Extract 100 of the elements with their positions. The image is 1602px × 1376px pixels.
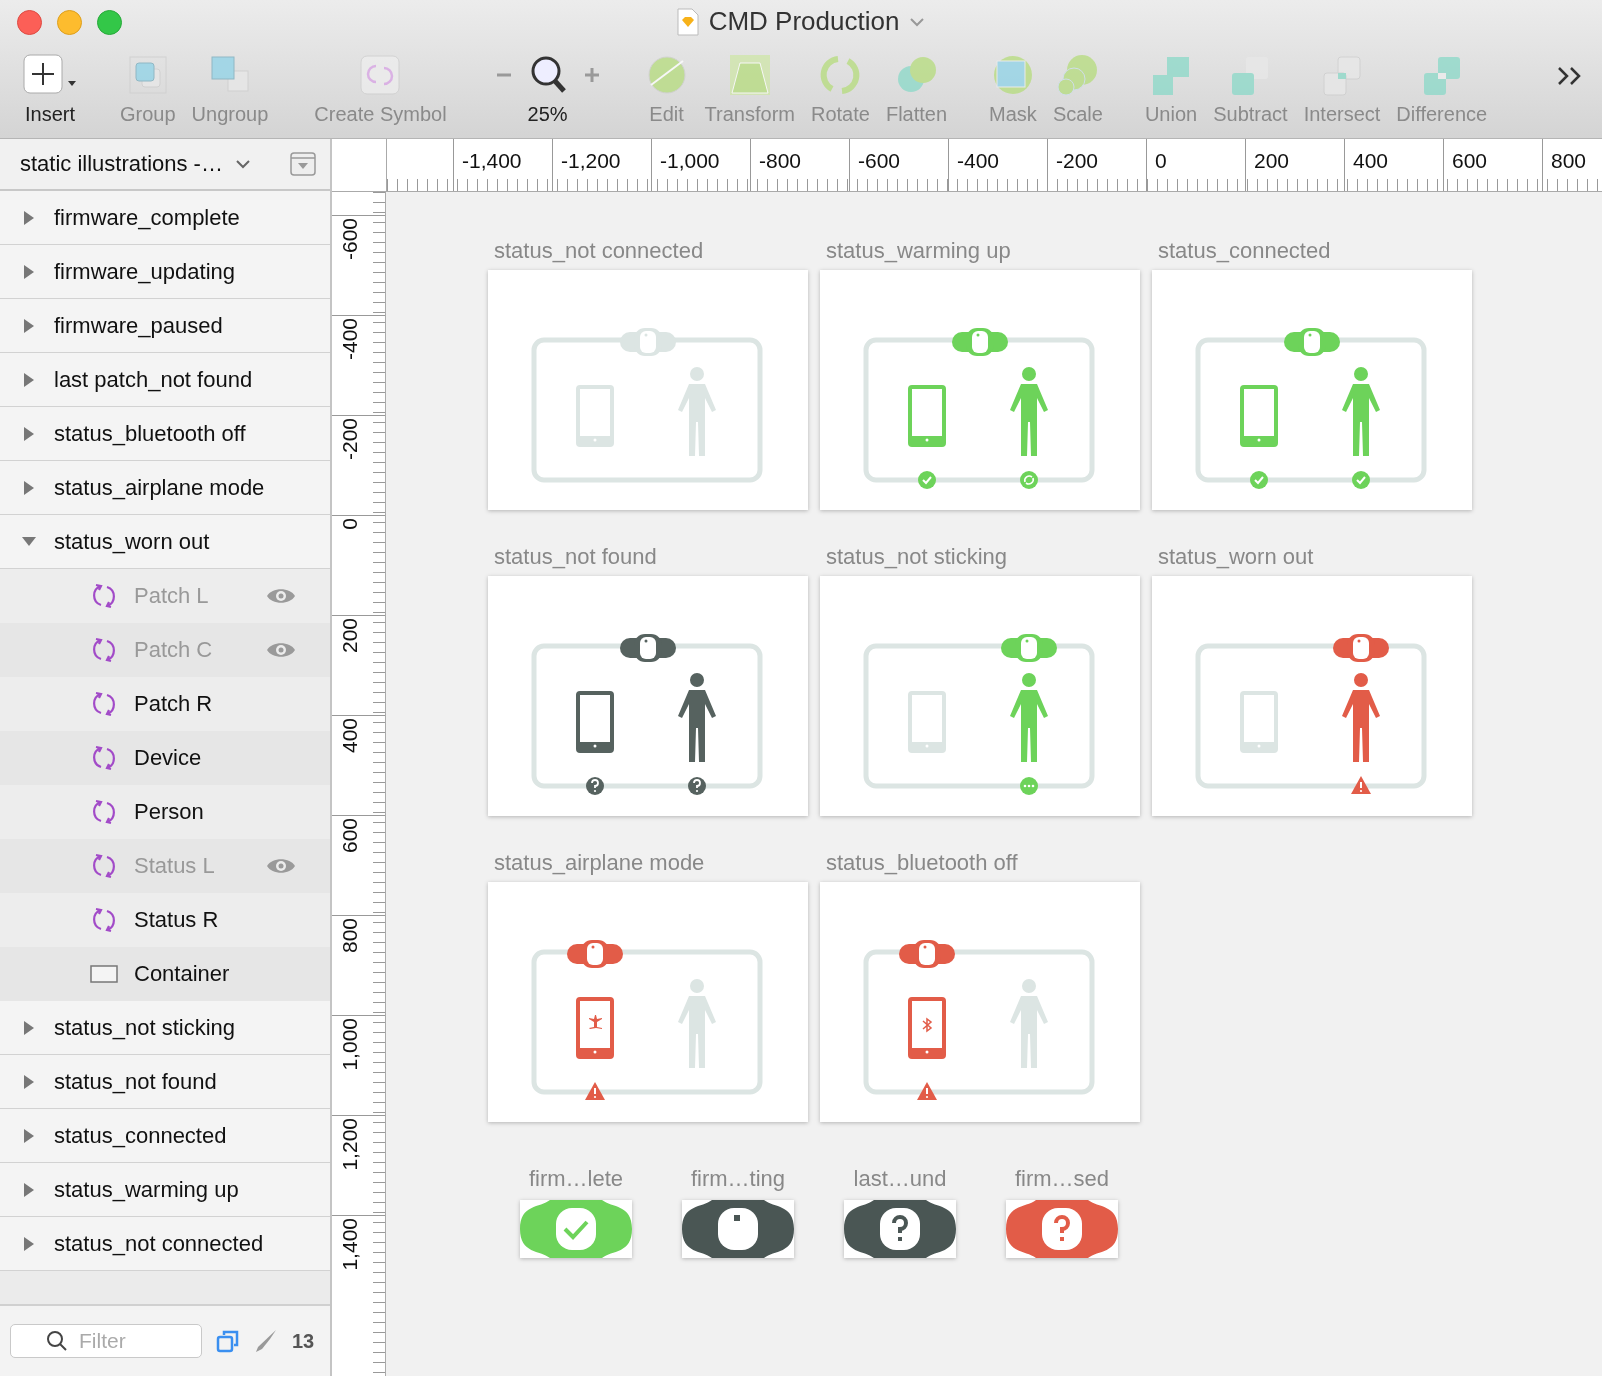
collapsed-triangle-icon[interactable] [22, 210, 36, 225]
symbol-icon [90, 852, 118, 880]
ruler-label: -400 [338, 318, 362, 361]
ruler-label: -800 [758, 148, 802, 173]
collapsed-triangle-icon[interactable] [22, 1236, 36, 1251]
eye-icon[interactable] [266, 640, 296, 660]
collapsed-triangle-icon[interactable] [22, 1020, 36, 1035]
layer-row[interactable]: firmware_paused [0, 299, 330, 353]
artboard-title[interactable]: status_warming up [820, 238, 1140, 264]
layer-name: status_connected [54, 1122, 227, 1149]
ruler-label: -200 [338, 418, 362, 461]
artboard-title[interactable]: status_not found [488, 544, 808, 570]
ruler-label: -600 [338, 218, 362, 261]
eye-icon[interactable] [266, 586, 296, 606]
insert-tool-button[interactable]: Insert [14, 53, 86, 138]
layer-row[interactable]: Container [0, 947, 330, 1001]
layer-row[interactable]: status_worn out [0, 515, 330, 569]
layer-row[interactable]: status_not found [0, 1055, 330, 1109]
collapsed-triangle-icon[interactable] [22, 372, 36, 387]
ruler-label: -200 [1055, 148, 1099, 173]
artboard-title[interactable]: status_bluetooth off [820, 850, 1140, 876]
symbol-title[interactable]: firm…sed [1014, 1166, 1110, 1192]
window-title: CMD Production [708, 6, 900, 37]
collapsed-triangle-icon[interactable] [22, 264, 36, 279]
layer-row[interactable]: Patch C [0, 623, 330, 677]
artboard-title[interactable]: status_not sticking [820, 544, 1140, 570]
scale-icon [1055, 53, 1100, 97]
knife-icon[interactable] [254, 1329, 278, 1353]
layer-name: status_not connected [54, 1230, 264, 1257]
ruler-label: 600 [338, 818, 362, 854]
layer-row[interactable]: Device [0, 731, 330, 785]
layer-name: firmware_updating [54, 258, 235, 285]
artboard[interactable] [820, 882, 1140, 1122]
chevron-down-icon[interactable] [909, 16, 926, 27]
ruler-label: 200 [338, 618, 362, 654]
collapsed-triangle-icon[interactable] [22, 1128, 36, 1143]
collapsed-triangle-icon[interactable] [22, 318, 36, 333]
symbol-icon [90, 690, 118, 718]
transform-icon [727, 53, 772, 97]
ruler-label: -1,400 [461, 148, 522, 173]
symbol-icon [90, 906, 118, 934]
layer-name: Patch L [134, 583, 209, 609]
ruler-label: 200 [1253, 148, 1290, 173]
symbol-icon [90, 798, 118, 826]
document-icon [676, 7, 699, 36]
layer-name: status_warming up [54, 1176, 239, 1203]
collapsed-triangle-icon[interactable] [22, 480, 36, 495]
layer-row[interactable]: status_connected [0, 1109, 330, 1163]
ruler-label: 0 [1154, 148, 1167, 173]
symbol-icon [358, 53, 403, 97]
dropdown-icon[interactable] [290, 152, 316, 176]
layer-name: Person [134, 799, 204, 825]
layer-name: Status L [134, 853, 215, 879]
intersect-icon [1320, 53, 1364, 97]
window-control[interactable] [17, 9, 42, 35]
layer-name: last patch_not found [54, 366, 253, 393]
layer-row[interactable]: last patch_not found [0, 353, 330, 407]
layer-name: Device [134, 745, 202, 771]
bluetooth-icon [922, 1017, 933, 1033]
zoom-tool-button[interactable]: 25% [484, 53, 611, 138]
copy-icon[interactable] [216, 1329, 240, 1353]
layer-row[interactable]: status_warming up [0, 1163, 330, 1217]
artboard[interactable] [488, 882, 808, 1122]
ruler-label: 400 [338, 718, 362, 754]
artboard-title[interactable]: status_connected [1152, 238, 1472, 264]
layer-row[interactable]: status_not sticking [0, 1001, 330, 1055]
layer-row[interactable]: firmware_complete [0, 191, 330, 245]
artboard[interactable] [488, 576, 808, 816]
layer-name: Container [134, 961, 230, 987]
collapsed-triangle-icon[interactable] [22, 1182, 36, 1197]
artboard[interactable] [1152, 576, 1472, 816]
ruler-label: 1,400 [338, 1218, 362, 1271]
filter-field[interactable]: Filter [10, 1324, 202, 1358]
ruler-label: 800 [338, 918, 362, 954]
layer-row[interactable]: status_bluetooth off [0, 407, 330, 461]
layer-name: status_airplane mode [54, 474, 265, 501]
symbol-title[interactable]: last…und [853, 1166, 947, 1192]
symbol-icon [90, 582, 118, 610]
layer-name: status_not found [54, 1068, 217, 1095]
layer-row[interactable]: firmware_updating [0, 245, 330, 299]
ruler-label: -400 [956, 148, 1000, 173]
layer-row[interactable]: status_airplane mode [0, 461, 330, 515]
symbol-title[interactable]: firm…lete [528, 1166, 624, 1192]
symbol-title[interactable]: firm…ting [690, 1166, 786, 1192]
artboard-title[interactable]: status_airplane mode [488, 850, 808, 876]
symbol-icon [90, 744, 118, 772]
layer-row[interactable]: status_not connected [0, 1217, 330, 1271]
artboard-title[interactable]: status_worn out [1152, 544, 1472, 570]
ruler-label: 1,200 [338, 1118, 362, 1171]
chevron-down-icon[interactable] [234, 159, 251, 169]
layer-name: firmware_complete [54, 204, 240, 231]
ruler-label: 1,000 [338, 1018, 362, 1071]
layer-name: Status R [134, 907, 219, 933]
layer-row[interactable]: Status L [0, 839, 330, 893]
collapsed-triangle-icon[interactable] [22, 426, 36, 441]
collapsed-triangle-icon[interactable] [22, 1074, 36, 1089]
eye-icon[interactable] [266, 856, 296, 876]
ruler-label: 600 [1451, 148, 1488, 173]
window-control[interactable] [97, 9, 122, 35]
artboard-title[interactable]: status_not connected [488, 238, 808, 264]
